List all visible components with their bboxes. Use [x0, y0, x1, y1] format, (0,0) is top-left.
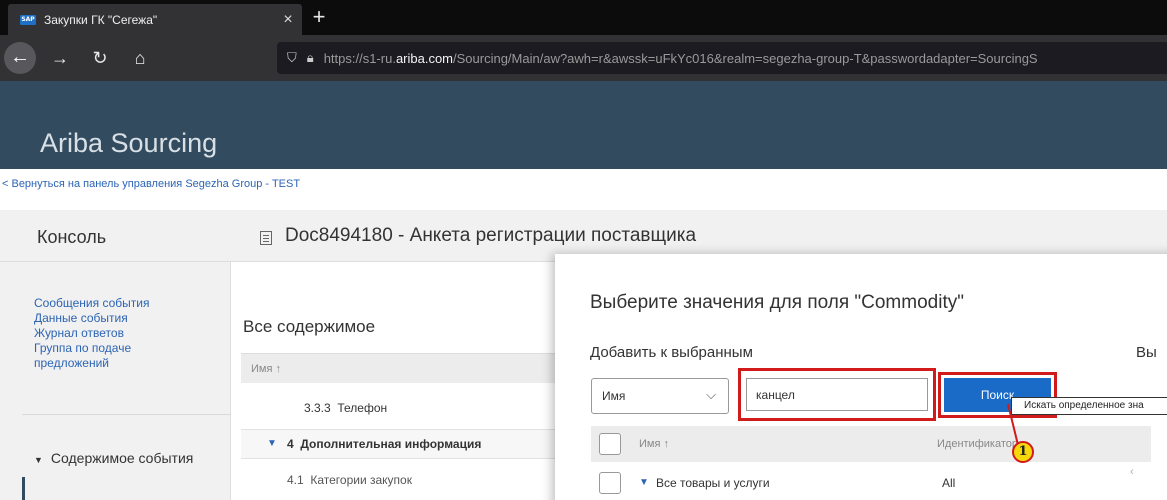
- table-row[interactable]: 3.3.3 Телефон: [304, 401, 387, 415]
- url-bar[interactable]: ⛉ 🔒︎ https://s1-ru.ariba.com/Sourcing/Ma…: [277, 42, 1167, 74]
- sidebar-item-event-data[interactable]: Данные события: [34, 311, 149, 326]
- select-all-checkbox[interactable]: [599, 433, 621, 455]
- document-title: Doc8494180 - Анкета регистрации поставщи…: [285, 225, 697, 246]
- id-column-header[interactable]: Идентификатор: [937, 438, 1018, 450]
- browser-tab-bar: SAP Закупки ГК "Сегежа" × +: [0, 0, 1167, 35]
- sidebar-item-bid-group-cont[interactable]: предложений: [34, 356, 149, 371]
- sidebar-links: Сообщения события Данные события Журнал …: [34, 296, 149, 371]
- search-input[interactable]: [746, 378, 928, 411]
- shield-icon: ⛉: [287, 50, 297, 65]
- sidebar-item-bid-group[interactable]: Группа по подаче: [34, 341, 149, 356]
- section-label: 4 Дополнительная информация: [287, 437, 482, 451]
- sidebar-item-response-log[interactable]: Журнал ответов: [34, 326, 149, 341]
- list-item[interactable]: ▼ Все товары и услуги All: [591, 466, 1151, 500]
- table-header: Имя ↑: [241, 353, 581, 383]
- browser-tab[interactable]: SAP Закупки ГК "Сегежа" ×: [8, 4, 302, 35]
- name-column-header[interactable]: Имя ↑: [251, 363, 281, 375]
- all-content-heading: Все содержимое: [243, 317, 376, 336]
- event-content-toggle[interactable]: ▼ Содержимое события: [34, 450, 193, 466]
- name-column-header[interactable]: Имя ↑: [639, 438, 669, 450]
- dialog-title: Выберите значения для поля "Commodity": [590, 292, 964, 313]
- tab-close-icon[interactable]: ×: [274, 11, 302, 29]
- add-to-selected-label: Добавить к выбранным: [590, 344, 753, 361]
- new-tab-button[interactable]: +: [306, 4, 332, 30]
- triangle-down-icon: ▼: [34, 455, 43, 465]
- screen: SAP Закупки ГК "Сегежа" × + ← → ↻ ⌂ ⛉ 🔒︎…: [0, 0, 1167, 500]
- home-icon[interactable]: ⌂: [124, 48, 156, 69]
- app-header: Ariba Sourcing: [0, 81, 1167, 169]
- back-arrow-icon[interactable]: ←: [4, 42, 36, 74]
- left-sidebar: Сообщения события Данные события Журнал …: [0, 262, 231, 500]
- document-icon: [260, 231, 272, 245]
- tab-title: Закупки ГК "Сегежа": [44, 12, 158, 27]
- chevron-down-icon: ⌵: [706, 387, 716, 402]
- browser-navbar: ← → ↻ ⌂ ⛉ 🔒︎ https://s1-ru.ariba.com/Sou…: [0, 35, 1167, 81]
- selected-label: Вы: [1136, 344, 1157, 361]
- list-header: Имя ↑ Идентификатор: [591, 426, 1151, 462]
- table-row-section[interactable]: ▼ 4 Дополнительная информация: [241, 429, 581, 459]
- row-checkbox[interactable]: [599, 472, 621, 494]
- sidebar-divider: [22, 414, 231, 415]
- scroll-left-icon[interactable]: ‹: [1130, 466, 1144, 480]
- forward-arrow-icon[interactable]: →: [44, 48, 76, 69]
- app-title: Ariba Sourcing: [40, 128, 218, 158]
- main-content: Все содержимое Имя ↑ 3.3.3 Телефон ▼ 4 Д…: [231, 262, 581, 500]
- console-title: Консоль: [37, 227, 107, 247]
- select-value: Имя: [602, 389, 626, 403]
- sidebar-active-indicator: [22, 477, 25, 500]
- back-to-dashboard-link[interactable]: < Вернуться на панель управления Segezha…: [2, 178, 300, 190]
- annotation-number-badge: 1: [1012, 441, 1034, 463]
- commodity-dialog: Выберите значения для поля "Commodity" Д…: [555, 254, 1167, 500]
- sidebar-item-event-messages[interactable]: Сообщения события: [34, 296, 149, 311]
- table-row[interactable]: 4.1 Категории закупок: [287, 473, 412, 487]
- triangle-down-icon[interactable]: ▼: [639, 477, 649, 488]
- reload-icon[interactable]: ↻: [84, 48, 116, 69]
- search-tooltip: Искать определенное зна: [1011, 397, 1167, 415]
- row-name: Все товары и услуги: [656, 476, 770, 490]
- lock-icon: 🔒︎: [306, 50, 314, 65]
- url-text: https://s1-ru.ariba.com/Sourcing/Main/aw…: [323, 50, 1038, 66]
- sap-logo-icon: SAP: [20, 14, 36, 25]
- event-content-label: Содержимое события: [50, 450, 194, 466]
- row-id: All: [942, 476, 956, 490]
- search-input-highlight: [738, 368, 936, 421]
- triangle-down-icon[interactable]: ▼: [267, 438, 277, 449]
- search-field-select[interactable]: Имя ⌵: [591, 378, 729, 414]
